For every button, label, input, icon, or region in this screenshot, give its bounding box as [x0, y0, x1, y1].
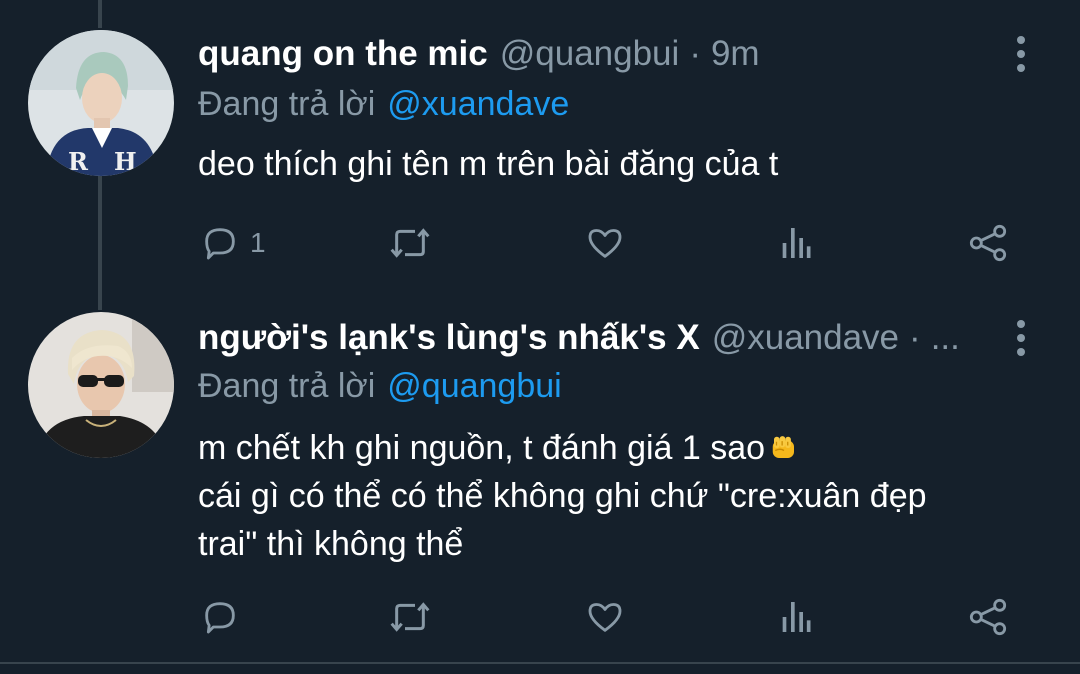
tweet-text-line: deo thích ghi tên m trên bài đăng của t	[198, 145, 779, 183]
reply-count: 1	[250, 227, 266, 258]
display-name[interactable]: người's lạnk's lùng's nhấk's X	[198, 318, 700, 358]
share-icon	[969, 598, 1007, 636]
reply-mention-link[interactable]: @quangbui	[387, 367, 561, 406]
retweet-icon	[390, 228, 430, 258]
avatar-image: R H	[28, 30, 174, 176]
oncoming-fist-emoji	[772, 436, 795, 458]
tweet-header: người's lạnk's lùng's nhấk's X @xuandave…	[198, 314, 1000, 362]
separator-dot: ·	[909, 318, 921, 357]
tweet-actions: 1	[0, 218, 1080, 268]
replying-to: Đang trả lời @quangbui	[198, 364, 562, 408]
tweet-thread-screen: R H quang on the mic @quangbui · 9m Đang…	[0, 0, 1080, 674]
reply-button[interactable]: 1	[200, 218, 266, 268]
more-dot	[1017, 320, 1025, 328]
avatar-image	[28, 312, 174, 458]
tweet-text: deo thích ghi tên m trên bài đăng của t	[198, 140, 1048, 188]
like-icon	[588, 603, 622, 632]
avatar[interactable]: R H	[28, 30, 174, 176]
like-button[interactable]	[584, 218, 626, 268]
tweet-text: m chết kh ghi nguồn, t đánh giá 1 sao cá…	[198, 424, 1048, 568]
retweet-icon	[390, 602, 430, 632]
svg-text:R: R	[68, 147, 89, 176]
share-button[interactable]	[966, 218, 1010, 268]
tweet-header: quang on the mic @quangbui · 9m	[198, 30, 1000, 78]
reply-mention-link[interactable]: @xuandave	[387, 85, 569, 124]
share-icon	[969, 224, 1007, 262]
reply-button[interactable]	[200, 592, 250, 642]
replying-to-label: Đang trả lời	[198, 366, 376, 405]
share-button[interactable]	[966, 592, 1010, 642]
tweet-text-line: m chết kh ghi nguồn, t đánh giá 1 sao	[198, 424, 1048, 472]
tweet-actions	[0, 592, 1080, 642]
tweet-timestamp[interactable]: 9m	[711, 34, 760, 74]
svg-text:H: H	[114, 147, 137, 176]
analytics-icon	[782, 228, 811, 258]
analytics-icon	[782, 602, 811, 632]
analytics-button[interactable]	[778, 592, 814, 642]
user-handle[interactable]: @quangbui	[500, 34, 680, 74]
replying-to: Đang trả lời @xuandave	[198, 82, 569, 126]
tweet-text-line-1: m chết kh ghi nguồn, t đánh giá 1 sao	[198, 429, 766, 467]
more-vertical-icon[interactable]	[1006, 314, 1036, 362]
replying-to-label: Đang trả lời	[198, 84, 376, 123]
separator-dot: ·	[689, 34, 701, 73]
more-dot	[1017, 348, 1025, 356]
reply-icon	[205, 602, 235, 634]
thread-connector-top	[98, 0, 102, 28]
more-dot	[1017, 334, 1025, 342]
display-name[interactable]: quang on the mic	[198, 34, 488, 74]
reply-icon	[205, 228, 235, 260]
more-dot	[1017, 64, 1025, 72]
tweet-timestamp[interactable]: ...	[931, 318, 960, 358]
analytics-button[interactable]	[778, 218, 814, 268]
avatar[interactable]	[28, 312, 174, 458]
retweet-button[interactable]	[388, 592, 432, 642]
tweet-divider	[0, 662, 1080, 664]
tweet-text-line-2: cái gì có thể có thể không ghi chứ "cre:…	[198, 477, 927, 515]
more-dot	[1017, 50, 1025, 58]
retweet-button[interactable]	[388, 218, 432, 268]
like-icon	[588, 229, 622, 258]
more-vertical-icon[interactable]	[1006, 30, 1036, 78]
more-dot	[1017, 36, 1025, 44]
user-handle[interactable]: @xuandave	[712, 318, 899, 358]
like-button[interactable]	[584, 592, 626, 642]
tweet-text-line-3: trai" thì không thể	[198, 525, 464, 563]
